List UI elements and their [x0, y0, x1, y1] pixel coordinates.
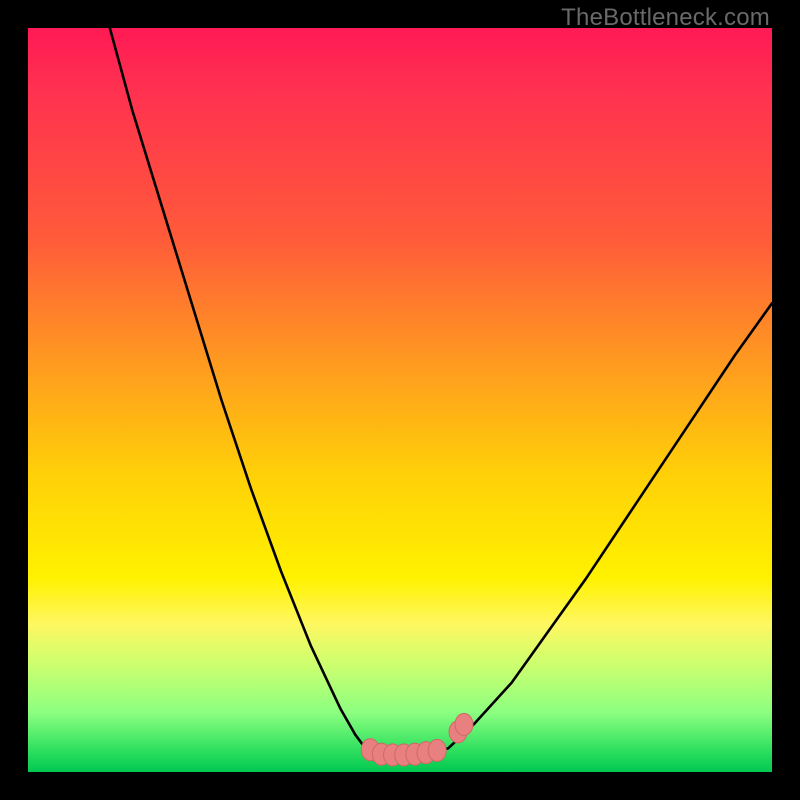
watermark-text: TheBottleneck.com	[561, 4, 770, 32]
right-floating-marker	[455, 713, 473, 735]
right-marker-cluster	[428, 739, 446, 761]
chart-svg	[28, 28, 772, 772]
marker-group	[361, 713, 473, 766]
plot-area	[28, 28, 772, 772]
curve-group	[110, 28, 772, 755]
chart-frame: TheBottleneck.com	[0, 0, 800, 800]
bottleneck-curve	[110, 28, 772, 755]
